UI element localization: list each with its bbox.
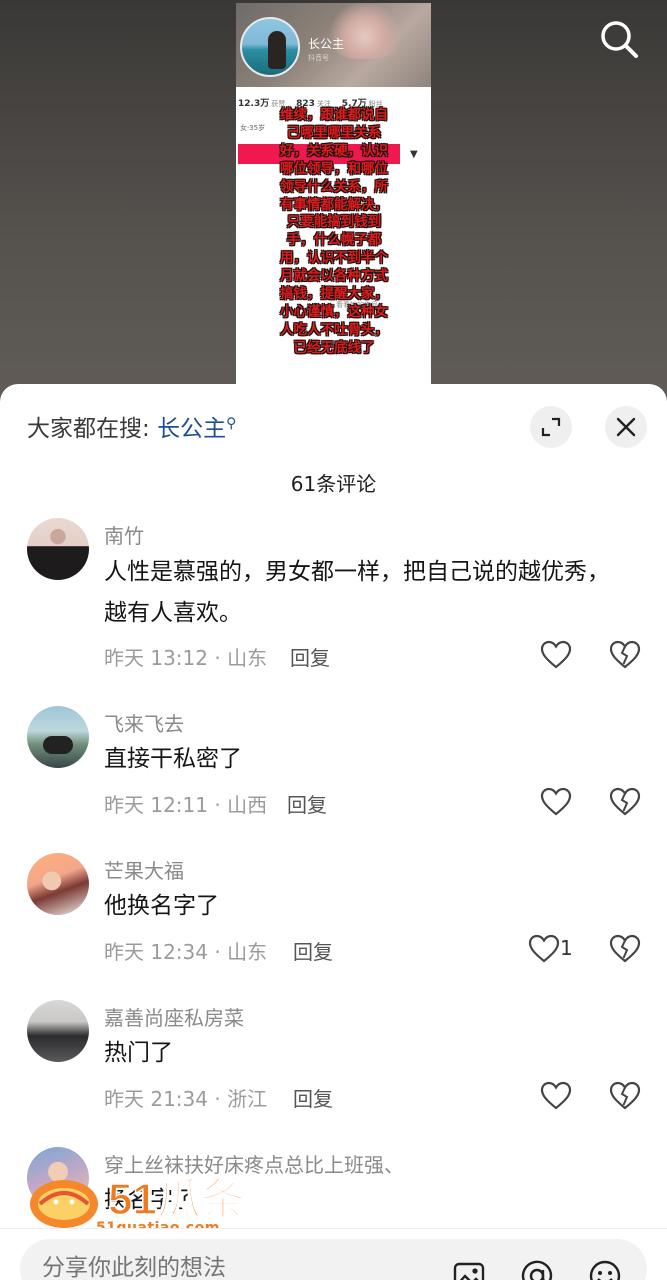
overlay-line: 用，认识不到半个 (280, 250, 388, 267)
like-count: 1 (560, 936, 573, 960)
avatar[interactable] (27, 853, 89, 915)
expand-button[interactable] (530, 406, 572, 448)
overlay-line: 只要能搞到钱到 (286, 214, 382, 231)
broken-heart-icon[interactable] (609, 1081, 641, 1111)
image-icon[interactable] (452, 1259, 486, 1280)
comment-username[interactable]: 嘉善尚座私房菜 (104, 1002, 244, 1031)
overlay-line: 小心谨慎，这种女 (280, 303, 388, 320)
comment-meta: 昨天 21:34 · 浙江 (104, 1087, 268, 1111)
expand-icon (541, 417, 561, 437)
profile-avatar (240, 17, 300, 77)
avatar[interactable] (27, 706, 89, 768)
broken-heart-icon[interactable] (609, 787, 641, 817)
profile-subtitle: 抖音号 (308, 54, 329, 62)
comment-username[interactable]: 飞来飞去 (104, 708, 184, 737)
comment-meta: 昨天 13:12 · 山东 (104, 646, 268, 670)
broken-heart-icon[interactable] (609, 934, 641, 964)
comment-text: 热门了 (104, 1040, 173, 1066)
watermark-brand: 51瓜条 (108, 1175, 245, 1224)
overlay-line: 已经无底线了 (293, 339, 375, 356)
overlay-line: 搞钱，提醒大家， (280, 286, 388, 303)
comment-text: 直接干私密了 (104, 746, 242, 772)
search-icon[interactable] (598, 18, 640, 60)
video-frame[interactable]: 长公主 抖音号 12.3万 获赞 823 关注 5.7万 粉丝 女·35岁 ▼ 看看她… (236, 3, 431, 403)
close-button[interactable] (605, 406, 647, 448)
comment-meta: 昨天 12:34 · 山东 (104, 940, 268, 964)
input-bar (0, 1228, 667, 1280)
overlay-line: 哪位领导，和哪位 (280, 160, 388, 177)
comment-username[interactable]: 芒果大福 (104, 855, 184, 884)
overlay-line: 手，什么幌子都 (286, 232, 382, 249)
heart-icon[interactable] (540, 1081, 572, 1111)
comment-meta: 昨天 12:11 · 山西 (104, 793, 268, 817)
comment-text: 人性是慕强的，男女都一样，把自己说的越优秀，越有人喜欢。 (104, 559, 610, 626)
video-overlay-text: 维续，跟谁都说自 己哪里哪里关系 好，关系硬，认识 哪位领导，和哪位 领导什么关… (242, 107, 426, 358)
emoji-icon[interactable] (588, 1259, 622, 1280)
comment-count: 61条评论 (290, 472, 377, 496)
avatar[interactable] (27, 518, 89, 580)
overlay-line: 领导什么关系，所 (280, 178, 388, 195)
close-icon (616, 417, 636, 437)
overlay-line: 维续，跟谁都说自 (280, 107, 388, 123)
reply-button[interactable]: 回复 (287, 789, 327, 818)
heart-icon[interactable] (540, 787, 572, 817)
comment-username[interactable]: 南竹 (104, 520, 144, 549)
broken-heart-icon[interactable] (609, 640, 641, 670)
heart-icon[interactable] (540, 640, 572, 670)
overlay-line: 有事情都能解决， (280, 196, 388, 213)
comment-sheet: 大家都在搜: 长公主⚲ 61条评论 南竹 人性是慕强的，男女都一样，把自己说的越… (0, 384, 667, 1280)
at-icon[interactable] (520, 1259, 554, 1280)
comment-input[interactable] (20, 1239, 647, 1280)
comment-input-field[interactable] (42, 1255, 422, 1280)
overlay-line: 好，关系硬，认识 (280, 142, 388, 159)
heart-icon[interactable] (528, 934, 560, 964)
search-suggestion[interactable]: 大家都在搜: 长公主⚲ (27, 409, 236, 443)
search-small-icon: ⚲ (226, 415, 237, 432)
search-suggestion-keyword[interactable]: 长公主 (157, 416, 226, 442)
search-suggestion-prefix: 大家都在搜: (27, 416, 150, 442)
overlay-line: 月就会以各种方式 (280, 268, 388, 285)
reply-button[interactable]: 回复 (293, 1083, 333, 1112)
overlay-line: 己哪里哪里关系 (286, 124, 382, 141)
reply-button[interactable]: 回复 (290, 642, 330, 671)
comment-text: 他换名字了 (104, 893, 219, 919)
profile-name: 长公主 (308, 37, 345, 51)
avatar[interactable] (27, 1000, 89, 1062)
overlay-line: 人吃人不吐骨头， (280, 321, 388, 338)
reply-button[interactable]: 回复 (293, 936, 333, 965)
